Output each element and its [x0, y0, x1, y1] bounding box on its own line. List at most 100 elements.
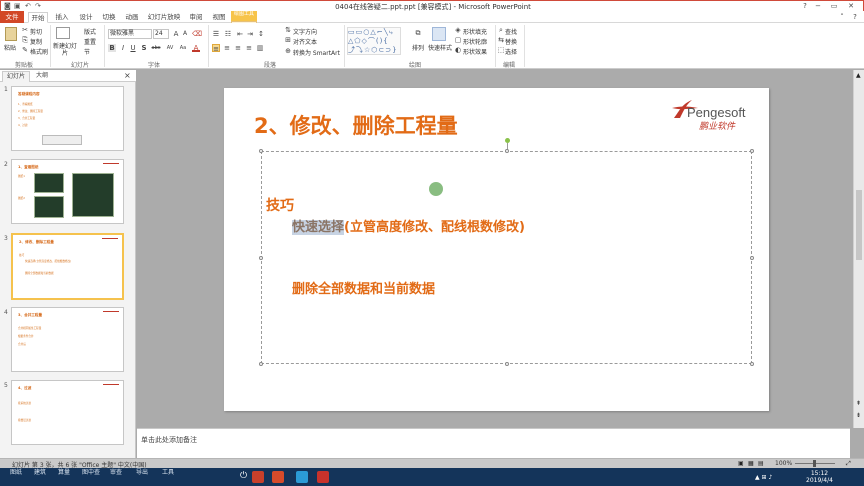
taskbar-item[interactable]: 算量 [58, 468, 70, 486]
shape-outline-icon[interactable]: ▢ [454, 36, 462, 44]
tab-view[interactable]: 视图 [209, 12, 229, 23]
app-icon[interactable] [317, 471, 329, 483]
scroll-up-icon[interactable]: ▲ [856, 72, 861, 79]
section-button[interactable]: 节 [84, 47, 90, 56]
format-painter-icon[interactable]: ✎ [21, 46, 29, 54]
copy-icon[interactable]: ⎘ [21, 36, 29, 44]
shadow-button[interactable]: S [140, 44, 148, 52]
align-center-icon[interactable]: ≡ [223, 44, 231, 52]
font-color-button[interactable]: A [192, 44, 200, 52]
tab-review[interactable]: 审阅 [186, 12, 206, 23]
tab-insert[interactable]: 插入 [52, 12, 72, 23]
resize-handle[interactable] [505, 149, 509, 153]
justify-icon[interactable]: ≡ [245, 44, 253, 52]
layout-button[interactable]: 版式 [84, 27, 96, 36]
smartart-button[interactable]: 转换为 SmartArt [293, 48, 340, 57]
replace-button[interactable]: 替换 [505, 37, 517, 46]
bold-button[interactable]: B [108, 44, 116, 52]
powerpoint-app-icon[interactable] [252, 471, 264, 483]
grow-font-icon[interactable]: A [172, 30, 180, 38]
next-slide-icon[interactable]: ⇟ [856, 412, 861, 419]
selected-text[interactable]: 快速选择 [292, 220, 345, 235]
pdf-app-icon[interactable] [272, 471, 284, 483]
tab-outline[interactable]: 大纲 [32, 71, 52, 82]
copy-button[interactable]: 复制 [30, 37, 42, 46]
content-textbox[interactable] [259, 149, 754, 366]
align-text-icon[interactable]: ⊞ [284, 36, 292, 44]
select-button[interactable]: 选择 [505, 47, 517, 56]
tab-transitions[interactable]: 切换 [99, 12, 119, 23]
quick-styles-button[interactable]: 快速样式 [428, 43, 452, 52]
tab-home[interactable]: 开始 [28, 12, 48, 23]
vertical-scrollbar[interactable]: ▲ ⇞ ⇟ [853, 70, 864, 428]
clock[interactable]: 15:12 2019/4/4 [806, 470, 833, 484]
paste-button[interactable]: 粘贴 [4, 43, 16, 52]
notes-pane[interactable]: 单击此处添加备注 [137, 428, 850, 458]
tip-line-rest[interactable]: (立管高度修改、配线根数修改) [344, 220, 525, 235]
slide-thumbnail-3[interactable]: 2、修改、删除工程量 技巧 快速选择(立管高度修改、配线根数修改) 删除全部数据… [11, 233, 124, 300]
clear-format-icon[interactable]: ⌫ [192, 30, 202, 38]
smartart-icon[interactable]: ⊕ [284, 47, 292, 55]
change-case-button[interactable]: Aa [178, 44, 188, 52]
resize-handle[interactable] [750, 149, 754, 153]
chevron-up-icon[interactable]: ˄ [838, 13, 846, 21]
close-button[interactable]: ✕ [840, 1, 862, 11]
columns-icon[interactable]: ▥ [256, 44, 264, 52]
align-left-icon[interactable]: ≡ [212, 44, 220, 53]
arrange-icon[interactable]: ⧉ [412, 29, 424, 41]
reset-button[interactable]: 重置 [84, 37, 96, 46]
taskbar-item[interactable]: 图中查 [82, 468, 100, 486]
slide-thumbnail-4[interactable]: 3、合并工程量 合并相同属性工程量 根据条件合并 合并后 [11, 307, 124, 372]
tab-file[interactable]: 文件 [0, 11, 24, 23]
app-icon[interactable] [296, 471, 308, 483]
tip-heading[interactable]: 技巧 [266, 195, 294, 215]
shapes-gallery[interactable]: ▭▭○△⌐╲⤷ △⬠◇⌒(){⤴⤵☆⬡⊂⊃} [347, 27, 401, 55]
resize-handle[interactable] [259, 256, 263, 260]
strikethrough-button[interactable]: abc [150, 44, 162, 52]
tab-design[interactable]: 设计 [76, 12, 96, 23]
sorter-view-icon[interactable]: ▦ [748, 460, 754, 467]
tab-slideshow[interactable]: 幻灯片放映 [147, 12, 181, 23]
normal-view-icon[interactable]: ▣ [738, 460, 744, 467]
numbering-icon[interactable]: ☷ [224, 30, 232, 38]
taskbar-item[interactable]: 审查 [110, 468, 122, 486]
slide-thumbnail-2[interactable]: 1、查看图纸 图纸1 图纸2 [11, 159, 124, 224]
tab-slides[interactable]: 幻灯片 [2, 71, 31, 82]
select-icon[interactable]: ⬚ [497, 46, 505, 54]
align-right-icon[interactable]: ≡ [234, 44, 242, 52]
shape-effects-icon[interactable]: ◐ [454, 46, 462, 54]
slide-title[interactable]: 2、修改、删除工程量 [254, 110, 458, 140]
arrange-button[interactable]: 排列 [412, 43, 424, 52]
quick-styles-icon[interactable] [432, 27, 446, 41]
font-name-select[interactable]: 微软雅黑 [108, 29, 152, 39]
cut-button[interactable]: 剪切 [30, 27, 42, 36]
shape-outline-button[interactable]: 形状轮廓 [463, 37, 487, 46]
tray-icons[interactable]: ▲ ⊞ ♪ [755, 474, 772, 481]
slide-canvas[interactable]: 2、修改、删除工程量 Pengesoft 鹏业软件 技巧 快速选择(立管高度修改… [224, 88, 769, 411]
shape-fill-button[interactable]: 形状填充 [463, 27, 487, 36]
cut-icon[interactable]: ✂ [21, 26, 29, 34]
taskbar-item[interactable]: 图纸 [10, 468, 22, 486]
taskbar-item[interactable]: 工具 [162, 468, 174, 486]
resize-handle[interactable] [259, 362, 263, 366]
new-slide-button[interactable]: 新建幻灯片 [53, 43, 77, 57]
prev-slide-icon[interactable]: ⇞ [856, 400, 861, 407]
paste-icon[interactable] [5, 27, 17, 41]
tip-line-delete[interactable]: 删除全部数据和当前数据 [292, 278, 435, 297]
shape-fill-icon[interactable]: ◈ [454, 26, 462, 34]
find-button[interactable]: 查找 [505, 27, 517, 36]
slide-thumbnail-5[interactable]: 4、过滤 按系统过滤 按楼层过滤 [11, 380, 124, 445]
format-painter-button[interactable]: 格式刷 [30, 47, 48, 56]
reading-view-icon[interactable]: ▤ [758, 460, 764, 467]
decrease-indent-icon[interactable]: ⇤ [236, 30, 244, 38]
close-panel-icon[interactable]: × [124, 71, 131, 82]
help-icon[interactable]: ? [851, 13, 859, 21]
underline-button[interactable]: U [129, 44, 137, 52]
resize-handle[interactable] [259, 149, 263, 153]
shape-effects-button[interactable]: 形状效果 [463, 47, 487, 56]
text-direction-button[interactable]: 文字方向 [293, 27, 317, 36]
notes-placeholder[interactable]: 单击此处添加备注 [141, 435, 197, 445]
tip-line-quick-select[interactable]: 快速选择(立管高度修改、配线根数修改) [292, 216, 525, 235]
zoom-slider-thumb[interactable] [813, 460, 816, 467]
resize-handle[interactable] [505, 362, 509, 366]
